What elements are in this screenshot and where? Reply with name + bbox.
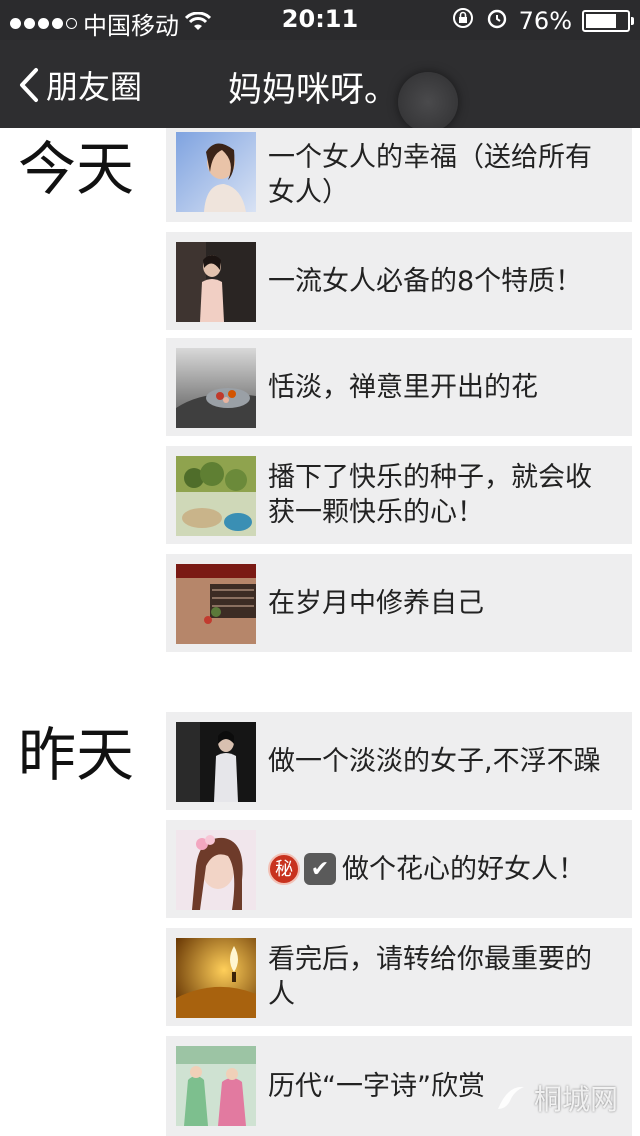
list-item[interactable]: 一个女人的幸福（送给所有女人） [166, 128, 632, 222]
list-item[interactable]: 做一个淡淡的女子,不浮不躁 [166, 712, 632, 810]
article-thumbnail [176, 242, 256, 322]
secret-badge-icon: 秘 [268, 853, 300, 885]
article-title: 播下了快乐的种子，就会收获一颗快乐的心！ [268, 462, 592, 528]
article-title: 一个女人的幸福（送给所有女人） [268, 142, 592, 208]
back-label: 朋友圈 [46, 68, 143, 106]
article-thumbnail [176, 132, 256, 212]
article-title: 一流女人必备的8个特质！ [268, 265, 583, 297]
article-thumbnail [176, 348, 256, 428]
list-item[interactable]: 秘 ✔ 做个花心的好女人！ [166, 820, 632, 918]
article-title: 在岁月中修养自己 [268, 587, 484, 619]
article-title: 秘 ✔ 做个花心的好女人！ [268, 820, 608, 918]
watermark-text: 桐城网 [533, 1083, 618, 1116]
watermark: 桐城网 [494, 1078, 618, 1118]
article-thumbnail [176, 1046, 256, 1126]
article-title: 恬淡，禅意里开出的花 [268, 371, 538, 403]
page-title: 妈妈咪呀。 [228, 70, 398, 110]
article-thumbnail [176, 722, 256, 802]
section-label-today: 今天 [18, 135, 135, 203]
list-item[interactable]: 恬淡，禅意里开出的花 [166, 338, 632, 436]
assistive-touch-button[interactable] [398, 72, 458, 132]
article-thumbnail [176, 456, 256, 536]
checkbox-icon: ✔ [304, 853, 336, 885]
article-title-text: 做个花心的好女人！ [342, 853, 585, 885]
battery-icon [582, 10, 634, 32]
chevron-left-icon [20, 68, 38, 102]
title-badges: 秘 ✔ [268, 853, 336, 885]
list-item[interactable]: 一流女人必备的8个特质！ [166, 232, 632, 330]
article-title: 看完后，请转给你最重要的人 [268, 944, 592, 1010]
status-bar: 中国移动 20:11 76% [0, 0, 640, 40]
article-title: 做一个淡淡的女子,不浮不躁 [268, 745, 601, 777]
rotation-lock-icon [451, 6, 475, 36]
section-label-yesterday: 昨天 [18, 721, 135, 789]
battery-percent: 76% [518, 7, 572, 35]
navigation-bar: 朋友圈 妈妈咪呀。 [0, 40, 640, 132]
list-item[interactable]: 在岁月中修养自己 [166, 554, 632, 652]
alarm-icon [485, 6, 509, 36]
back-button[interactable]: 朋友圈 [18, 62, 142, 108]
article-thumbnail [176, 938, 256, 1018]
article-thumbnail [176, 830, 256, 910]
list-item[interactable]: 播下了快乐的种子，就会收获一颗快乐的心！ [166, 446, 632, 544]
list-item[interactable]: 看完后，请转给你最重要的人 [166, 928, 632, 1026]
watermark-logo-icon [497, 1086, 524, 1109]
article-thumbnail [176, 564, 256, 644]
status-right: 76% [451, 6, 634, 36]
